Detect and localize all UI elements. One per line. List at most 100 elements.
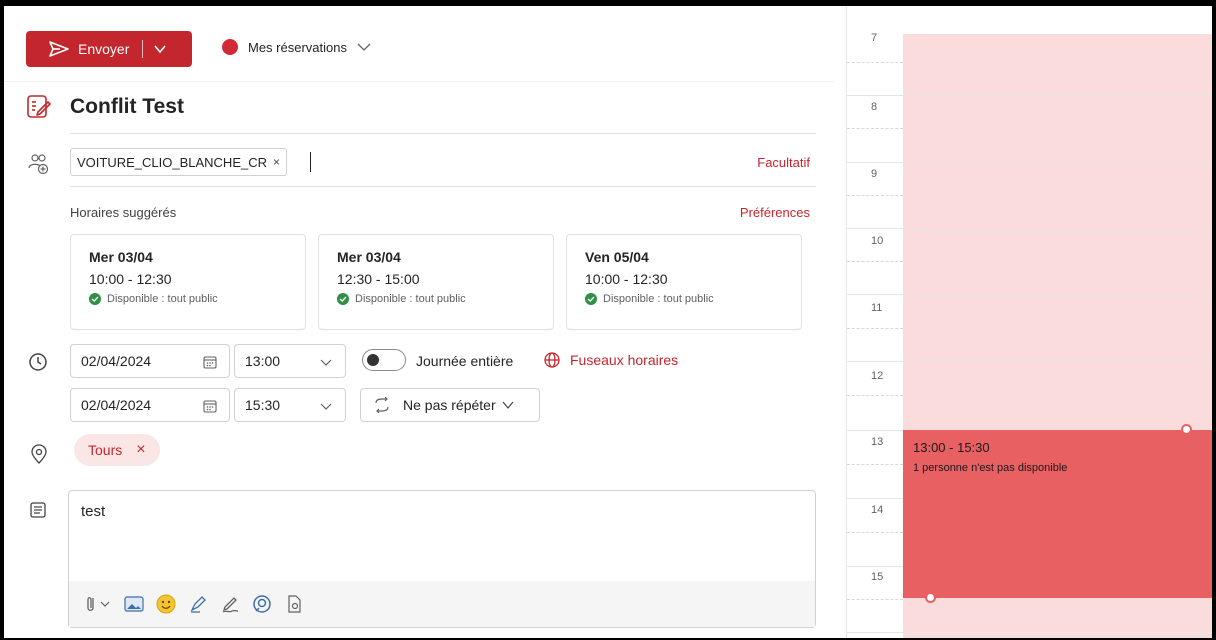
optional-attendees-link[interactable]: Facultatif <box>757 155 810 170</box>
end-date-field[interactable]: 02/04/2024 <box>70 388 230 422</box>
calendar-selector[interactable]: Mes réservations <box>222 39 371 55</box>
loop-icon[interactable] <box>251 593 273 615</box>
availability-label: Disponible : tout public <box>107 293 218 305</box>
all-day-label: Journée entière <box>416 353 514 369</box>
hour-label: 13 <box>871 436 884 448</box>
availability: Disponible : tout public <box>585 293 783 305</box>
half-hour-line <box>847 464 903 465</box>
suggested-time: 10:00 - 12:30 <box>585 271 668 287</box>
hour-line <box>847 361 1212 362</box>
chevron-down-icon[interactable] <box>153 42 167 56</box>
chevron-down-icon[interactable] <box>319 355 333 369</box>
suggested-time-card[interactable]: Ven 05/04 10:00 - 12:30 Disponible : tou… <box>566 234 802 330</box>
event-edit-icon <box>27 95 51 118</box>
repeat-dropdown[interactable]: Ne pas répéter <box>360 388 540 422</box>
end-date-value: 02/04/2024 <box>81 397 152 413</box>
timezones-button[interactable]: Fuseaux horaires <box>544 352 678 368</box>
location-pin-icon <box>31 444 47 464</box>
location-name: Tours <box>88 442 123 458</box>
suggested-time-card[interactable]: Mer 03/04 12:30 - 15:00 Disponible : tou… <box>318 234 554 330</box>
end-time-field[interactable]: 15:30 <box>234 388 346 422</box>
all-day-toggle[interactable] <box>362 349 406 371</box>
clock-icon <box>29 353 47 371</box>
send-button[interactable]: Envoyer <box>26 31 192 67</box>
start-date-value: 02/04/2024 <box>81 353 152 369</box>
half-hour-line <box>847 599 903 600</box>
attendee-chip[interactable]: VOITURE_CLIO_BLANCHE_CR × <box>70 148 288 176</box>
send-divider <box>142 40 144 58</box>
globe-icon <box>544 352 560 368</box>
half-hour-line <box>847 532 903 533</box>
attach-icon[interactable] <box>83 593 113 615</box>
sensitivity-icon[interactable] <box>283 593 305 615</box>
highlighter-icon[interactable] <box>187 593 209 615</box>
calendar-icon[interactable] <box>203 399 217 413</box>
remove-attendee-button[interactable]: × <box>273 155 280 169</box>
signature-icon[interactable] <box>219 593 241 615</box>
resize-handle-top[interactable] <box>1181 424 1192 435</box>
event-block[interactable]: 13:00 - 15:30 1 personne n'est pas dispo… <box>903 430 1212 598</box>
hour-label: 11 <box>871 302 883 314</box>
half-hour-line <box>847 195 903 196</box>
editor-toolbar <box>69 581 815 627</box>
body-text[interactable]: test <box>81 503 105 520</box>
check-circle-icon <box>89 293 101 305</box>
attendee-name: VOITURE_CLIO_BLANCHE_CR <box>77 154 267 170</box>
half-hour-line <box>847 395 903 396</box>
resize-handle-bottom[interactable] <box>925 592 936 603</box>
send-label: Envoyer <box>78 41 130 57</box>
calendar-name: Mes réservations <box>248 39 347 55</box>
half-hour-line <box>847 62 903 63</box>
hour-line <box>847 228 1212 229</box>
hour-label: 10 <box>871 235 884 247</box>
repeat-icon <box>375 397 389 413</box>
send-icon <box>49 41 69 57</box>
calendar-color-dot <box>222 39 238 55</box>
toolbar: Envoyer Mes réservations <box>4 6 834 82</box>
suggested-time: 12:30 - 15:00 <box>337 271 420 287</box>
half-hour-line <box>847 128 903 129</box>
notes-icon <box>30 502 46 518</box>
suggested-time-card[interactable]: Mer 03/04 10:00 - 12:30 Disponible : tou… <box>70 234 306 330</box>
hour-line <box>847 162 1212 163</box>
preferences-link[interactable]: Préférences <box>740 205 810 220</box>
half-hour-line <box>847 261 903 262</box>
attendee-input-caret[interactable] <box>310 152 311 172</box>
timezones-label: Fuseaux horaires <box>570 352 679 368</box>
location-chip[interactable]: Tours × <box>74 434 160 466</box>
availability-label: Disponible : tout public <box>603 293 714 305</box>
start-date-field[interactable]: 02/04/2024 <box>70 344 230 378</box>
calendar-icon[interactable] <box>203 355 217 369</box>
compose-window: Envoyer Mes réservations Conflit Test VO… <box>4 6 1212 638</box>
end-time-value: 15:30 <box>245 397 281 413</box>
image-icon[interactable] <box>123 593 145 615</box>
half-hour-line <box>847 328 903 329</box>
suggested-date: Mer 03/04 <box>337 249 401 265</box>
event-form: Envoyer Mes réservations Conflit Test VO… <box>4 6 834 638</box>
event-conflict-status: 1 personne n'est pas disponible <box>913 462 1068 474</box>
divider <box>70 133 816 134</box>
suggested-time: 10:00 - 12:30 <box>89 271 172 287</box>
hour-label: 8 <box>871 101 878 113</box>
chevron-down-icon[interactable] <box>319 399 333 413</box>
availability: Disponible : tout public <box>337 293 535 305</box>
hour-label: 9 <box>871 168 878 180</box>
suggested-date: Mer 03/04 <box>89 249 153 265</box>
toggle-knob <box>367 354 379 366</box>
check-circle-icon <box>585 293 597 305</box>
body-editor[interactable]: test <box>68 490 816 628</box>
emoji-icon[interactable] <box>155 593 177 615</box>
remove-location-button[interactable]: × <box>136 441 145 459</box>
check-circle-icon <box>337 293 349 305</box>
hour-label: 12 <box>871 370 884 382</box>
add-people-icon <box>28 154 49 175</box>
availability-label: Disponible : tout public <box>355 293 466 305</box>
start-time-field[interactable]: 13:00 <box>234 344 346 378</box>
divider <box>70 186 816 187</box>
calendar-day-view: 7 8 9 10 11 12 13 14 15 13:00 - 15:30 1 … <box>846 6 1212 638</box>
start-time-value: 13:00 <box>245 353 281 369</box>
hour-label: 15 <box>871 571 884 583</box>
hour-line <box>847 294 1212 295</box>
event-title[interactable]: Conflit Test <box>70 95 184 119</box>
hour-line <box>847 632 1212 633</box>
